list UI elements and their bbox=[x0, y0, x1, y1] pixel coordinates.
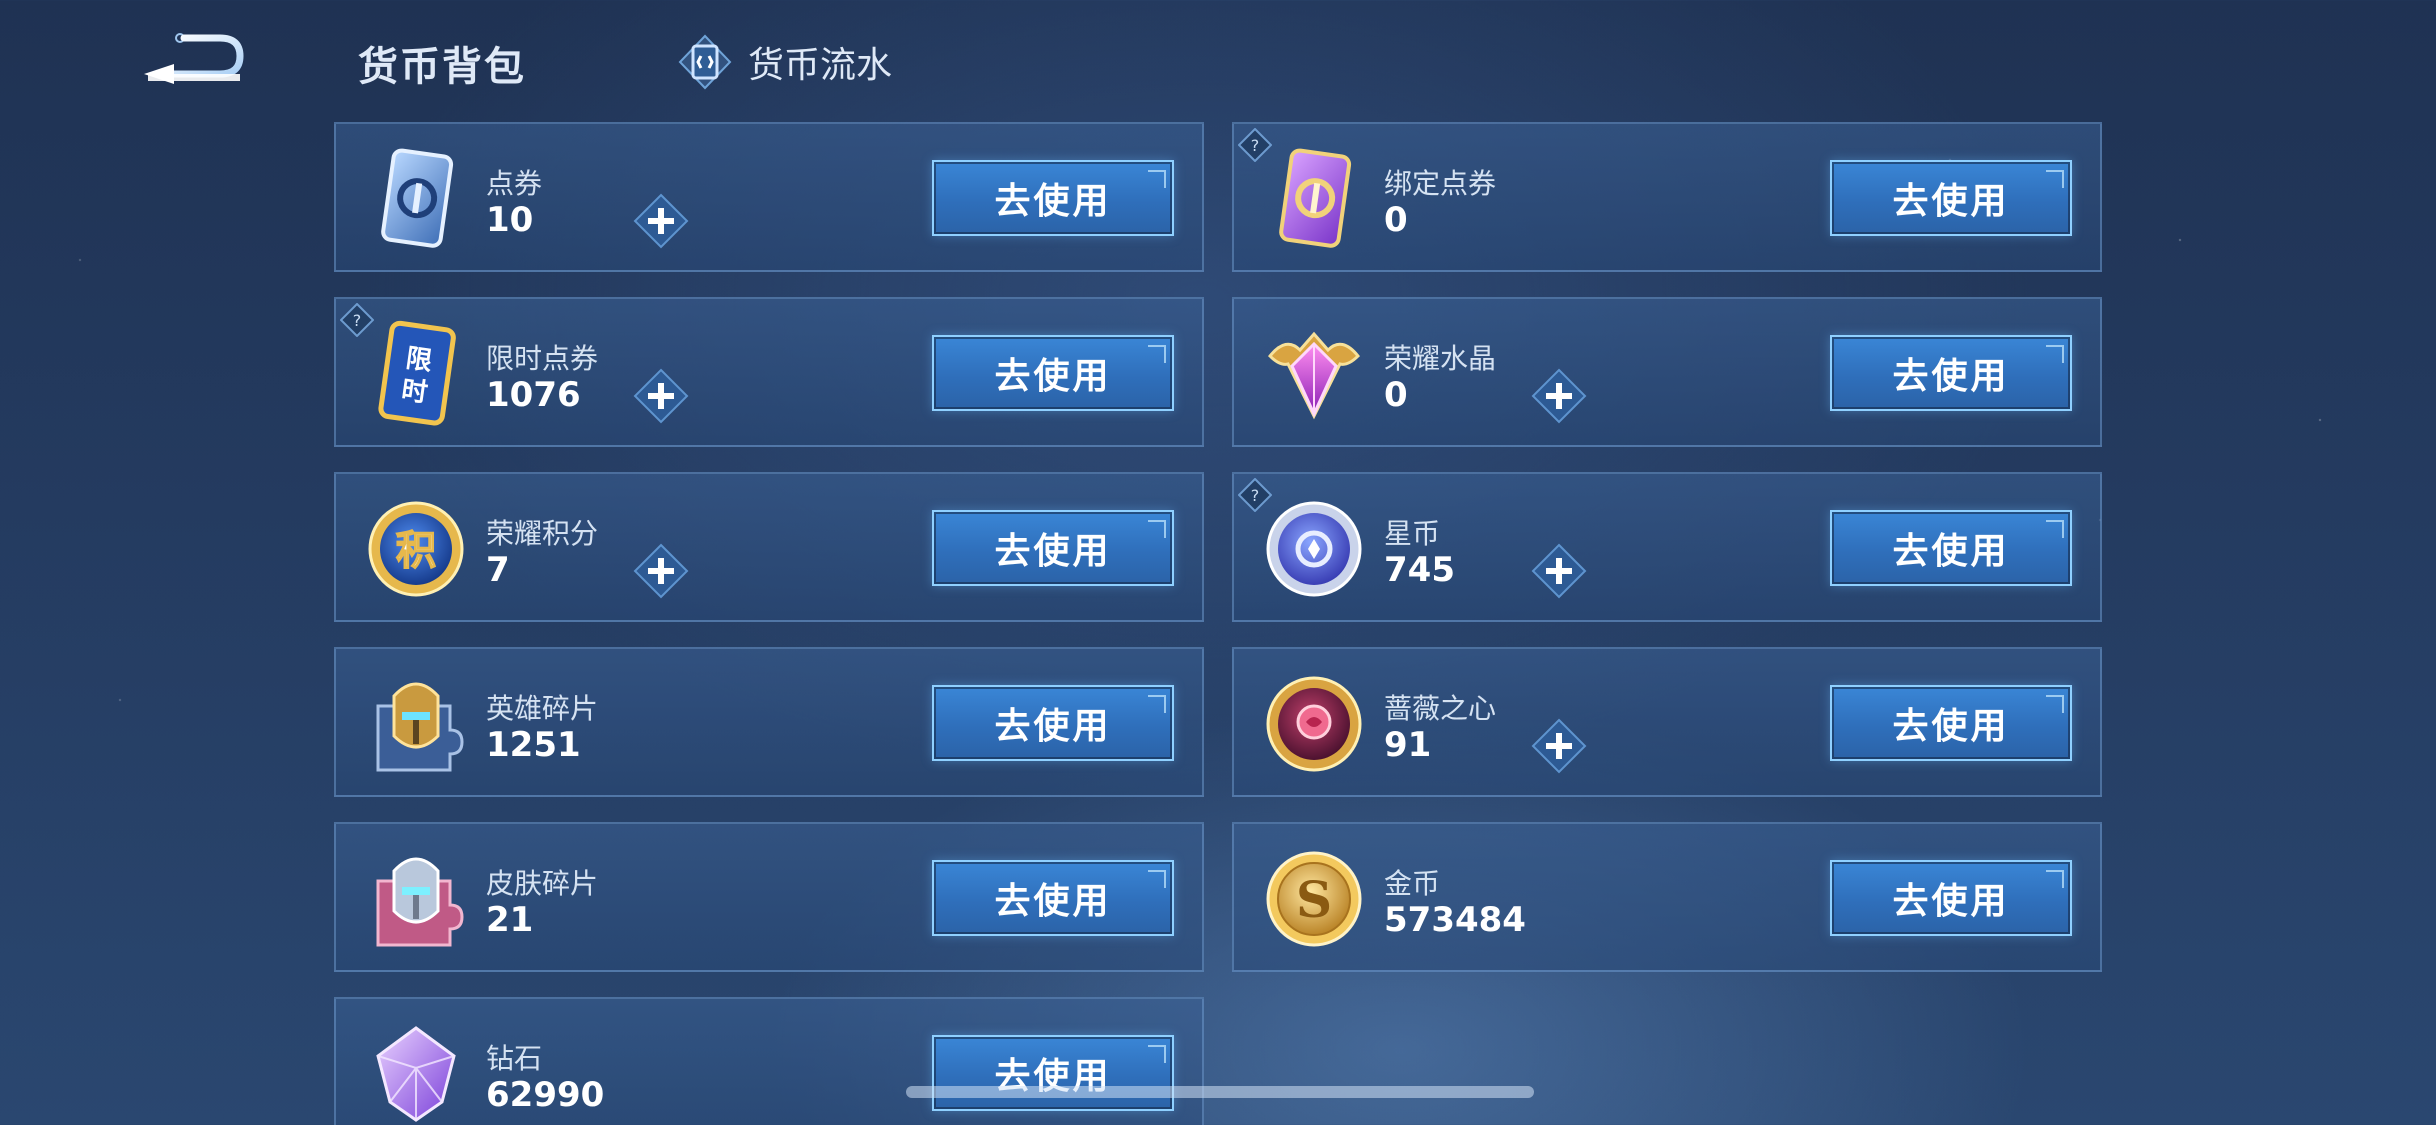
ticket-purple-icon bbox=[1279, 148, 1352, 248]
currency-flow-link[interactable]: 货币流水 bbox=[678, 34, 892, 90]
gold-coin-icon: S bbox=[1266, 851, 1362, 947]
currency-amount: 91 bbox=[1384, 725, 1432, 765]
use-button[interactable]: 去使用 bbox=[1830, 510, 2072, 586]
star-coin-icon bbox=[1266, 501, 1362, 597]
currency-card-glory-crystal: 荣耀水晶 0 去使用 bbox=[1232, 297, 2102, 447]
currency-name: 英雄碎片 bbox=[486, 692, 599, 725]
currency-card-glory-points: 积 荣耀积分 7 去使用 bbox=[334, 472, 1204, 622]
use-button[interactable]: 去使用 bbox=[1830, 685, 2072, 761]
currency-name: 点券 bbox=[486, 167, 543, 200]
currency-name: 星币 bbox=[1384, 517, 1441, 550]
currency-card-skin-fragment: 皮肤碎片 21 去使用 bbox=[334, 822, 1204, 972]
use-button[interactable]: 去使用 bbox=[932, 860, 1174, 936]
points-coin-icon: 积 bbox=[368, 501, 464, 597]
hero-fragment-icon bbox=[376, 682, 464, 772]
back-arrow-icon bbox=[144, 33, 244, 84]
currency-name: 蔷薇之心 bbox=[1384, 692, 1497, 725]
add-plus-icon[interactable] bbox=[1530, 367, 1588, 425]
currency-card-ticket: 点券 10 去使用 bbox=[334, 122, 1204, 272]
add-plus-icon[interactable] bbox=[632, 542, 690, 600]
use-button[interactable]: 去使用 bbox=[932, 685, 1174, 761]
currency-name: 绑定点券 bbox=[1384, 167, 1497, 200]
currency-name: 限时点券 bbox=[486, 342, 599, 375]
add-plus-icon[interactable] bbox=[632, 367, 690, 425]
flow-label: 货币流水 bbox=[748, 45, 893, 86]
currency-amount: 745 bbox=[1384, 550, 1455, 590]
add-plus-icon[interactable] bbox=[1530, 717, 1588, 775]
use-button[interactable]: 去使用 bbox=[1830, 335, 2072, 411]
svg-text:时: 时 bbox=[400, 375, 430, 408]
skin-fragment-icon bbox=[376, 857, 464, 947]
back-button[interactable] bbox=[140, 30, 250, 86]
limited-ticket-icon: 限时 限 时 bbox=[378, 320, 456, 426]
currency-card-star-coin: ? 星币 745 去使用 bbox=[1232, 472, 2102, 622]
currency-amount: 10 bbox=[486, 200, 534, 240]
ticket-blue-icon bbox=[381, 148, 454, 248]
add-plus-icon[interactable] bbox=[1530, 542, 1588, 600]
currency-name: 钻石 bbox=[486, 1042, 543, 1075]
use-button[interactable]: 去使用 bbox=[1830, 860, 2072, 936]
use-button[interactable]: 去使用 bbox=[1830, 160, 2072, 236]
currency-amount: 62990 bbox=[486, 1075, 605, 1115]
svg-text:限: 限 bbox=[404, 344, 434, 377]
diamond-icon bbox=[376, 1026, 456, 1122]
add-plus-icon[interactable] bbox=[632, 192, 690, 250]
currency-amount: 573484 bbox=[1384, 900, 1526, 940]
currency-card-limited-ticket: ? 限时 限 时 限时点券 1076 去使用 bbox=[334, 297, 1204, 447]
page-title: 货币背包 bbox=[358, 44, 526, 90]
use-button[interactable]: 去使用 bbox=[932, 510, 1174, 586]
use-button[interactable]: 去使用 bbox=[932, 1035, 1174, 1111]
icon-text: S bbox=[1296, 870, 1332, 929]
currency-amount: 1251 bbox=[486, 725, 581, 765]
currency-amount: 21 bbox=[486, 900, 534, 940]
currency-name: 荣耀水晶 bbox=[1384, 342, 1497, 375]
flow-ticket-icon bbox=[678, 34, 732, 90]
currency-card-bound-ticket: ? 绑定点券 0 去使用 bbox=[1232, 122, 2102, 272]
currency-card-diamond: 钻石 62990 去使用 bbox=[334, 997, 1204, 1125]
currency-card-hero-fragment: 英雄碎片 1251 去使用 bbox=[334, 647, 1204, 797]
icon-text: 积 bbox=[396, 528, 436, 574]
currency-amount: 0 bbox=[1384, 375, 1408, 415]
currency-name: 皮肤碎片 bbox=[486, 867, 599, 900]
use-button[interactable]: 去使用 bbox=[932, 335, 1174, 411]
currency-name: 金币 bbox=[1384, 867, 1441, 900]
currency-amount: 1076 bbox=[486, 375, 581, 415]
currency-card-gold-coin: S 金币 573484 去使用 bbox=[1232, 822, 2102, 972]
currency-amount: 7 bbox=[486, 550, 510, 590]
glory-crystal-icon bbox=[1267, 331, 1361, 420]
rose-heart-icon bbox=[1266, 676, 1362, 772]
use-button[interactable]: 去使用 bbox=[932, 160, 1174, 236]
currency-amount: 0 bbox=[1384, 200, 1408, 240]
currency-card-rose-heart: 蔷薇之心 91 去使用 bbox=[1232, 647, 2102, 797]
home-indicator[interactable] bbox=[906, 1086, 1534, 1098]
currency-name: 荣耀积分 bbox=[486, 517, 599, 550]
